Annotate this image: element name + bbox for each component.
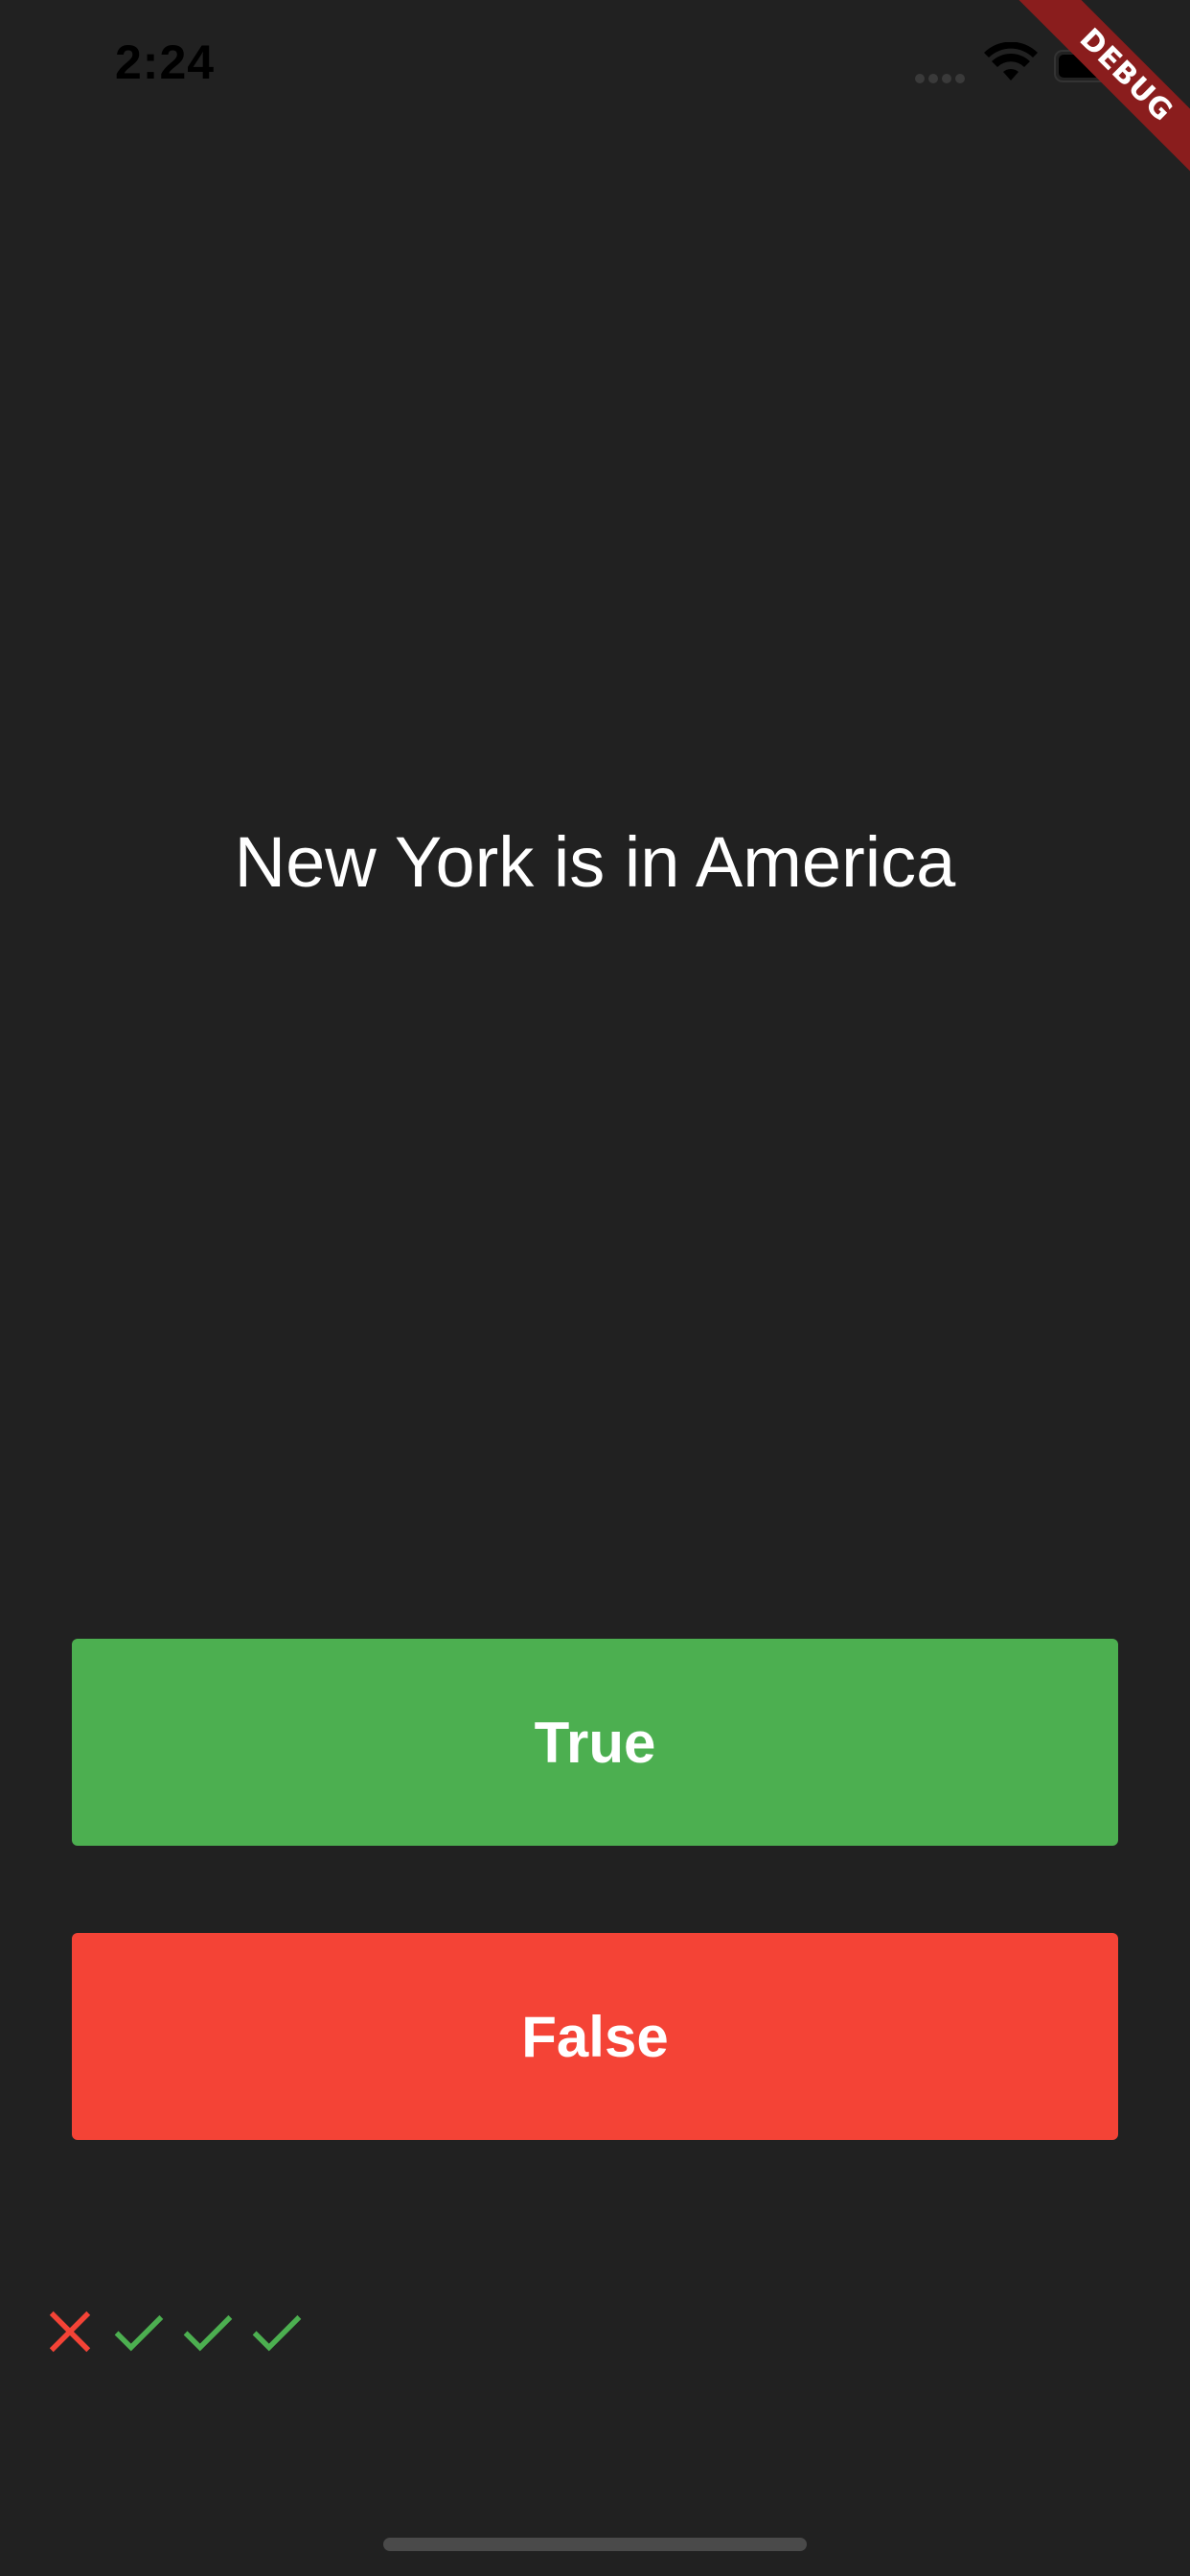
false-button-label: False: [521, 2004, 669, 2069]
status-bar: 2:24: [0, 0, 1190, 134]
score-keeper: [38, 2300, 314, 2363]
quiz-screen: 2:24 DEBUG New York is in America True F…: [0, 0, 1190, 2576]
close-icon: [49, 2311, 91, 2353]
check-icon: [183, 2314, 233, 2352]
question-text: New York is in America: [234, 822, 956, 902]
home-indicator: [383, 2538, 807, 2551]
cellular-signal-icon: [915, 71, 973, 83]
true-button-label: True: [534, 1710, 656, 1775]
check-icon: [252, 2314, 302, 2352]
true-button[interactable]: True: [72, 1639, 1118, 1846]
false-button[interactable]: False: [72, 1933, 1118, 2140]
check-icon: [114, 2314, 164, 2352]
wifi-icon: [984, 42, 1038, 80]
status-time: 2:24: [115, 35, 216, 89]
battery-icon: [1054, 50, 1123, 82]
